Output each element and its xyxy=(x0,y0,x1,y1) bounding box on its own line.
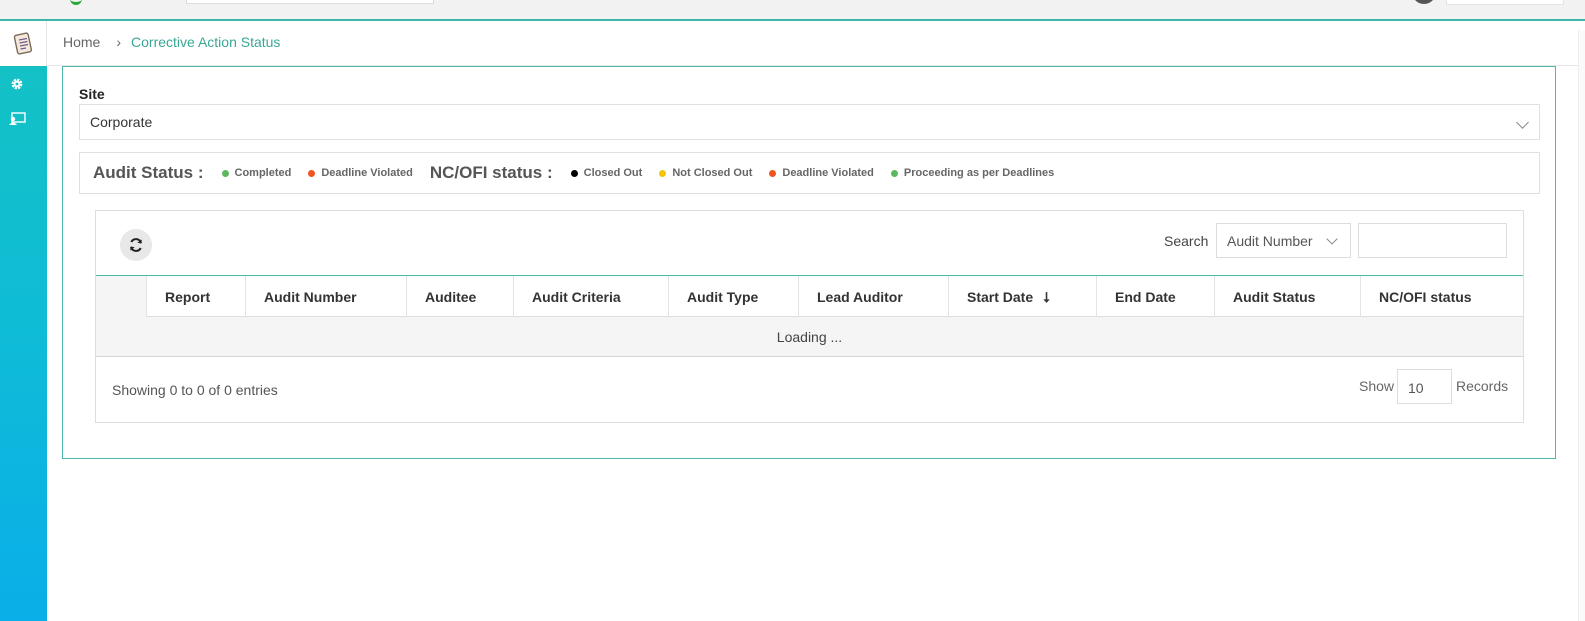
status-dot-icon xyxy=(221,169,229,177)
sidebar-item-users[interactable] xyxy=(0,107,34,131)
legend-item-label: Proceeding as per Deadlines xyxy=(903,167,1055,179)
breadcrumb-home-link[interactable]: Home xyxy=(63,34,100,50)
column-header-start-date-label: Start Date xyxy=(967,289,1034,305)
sort-descending-icon: ⭣ xyxy=(1043,289,1050,305)
site-select-value: Corporate xyxy=(90,114,153,130)
status-legend: Audit Status : Completed Deadline Violat… xyxy=(79,152,1540,194)
sidebar-item-settings[interactable] xyxy=(0,72,34,96)
legend-item-label: Deadline Violated xyxy=(321,167,413,179)
status-dot-icon xyxy=(890,169,898,177)
status-dot-icon xyxy=(570,169,578,177)
ncofi-status-legend-title: NC/OFI status : xyxy=(429,163,553,182)
app-logo[interactable] xyxy=(70,0,82,5)
search-input[interactable] xyxy=(1358,223,1507,258)
checklist-icon xyxy=(13,31,33,55)
chevron-right-icon: › xyxy=(116,34,122,50)
column-header-end-date[interactable]: End Date xyxy=(1097,276,1215,317)
legend-item: Deadline Violated xyxy=(308,167,413,179)
records-label: Records xyxy=(1456,378,1509,394)
column-header-lead-auditor[interactable]: Lead Auditor xyxy=(799,276,949,317)
page-title: Corrective Action Status xyxy=(131,34,281,50)
sidebar-logo[interactable] xyxy=(0,21,47,66)
top-bar xyxy=(0,0,1585,21)
legend-item-label: Closed Out xyxy=(583,167,643,179)
column-header-start-date[interactable]: Start Date ⭣ xyxy=(949,276,1097,317)
search-label: Search xyxy=(1164,233,1209,249)
site-select[interactable]: Corporate xyxy=(79,104,1540,140)
legend-item: Closed Out xyxy=(570,167,643,179)
table-header: Report Audit Number Auditee Audit Criter… xyxy=(96,275,1523,317)
scrollbar[interactable] xyxy=(1578,30,1585,621)
chevron-down-icon xyxy=(1326,233,1338,245)
sidebar xyxy=(0,21,47,621)
status-dot-icon xyxy=(659,169,667,177)
avatar[interactable] xyxy=(1412,0,1436,4)
gear-icon xyxy=(11,78,23,90)
legend-item-label: Not Closed Out xyxy=(672,167,753,179)
column-header-report[interactable]: Report xyxy=(147,276,246,317)
legend-item: Proceeding as per Deadlines xyxy=(890,167,1055,179)
column-header-ncofi-status[interactable]: NC/OFI status xyxy=(1361,276,1523,317)
search-field-select[interactable]: Audit Number xyxy=(1216,223,1351,258)
legend-item: Not Closed Out xyxy=(659,167,752,179)
global-search-input[interactable] xyxy=(186,0,434,4)
audit-table-card: Search Audit Number Report Audit Number … xyxy=(95,210,1524,423)
column-header-audit-number[interactable]: Audit Number xyxy=(246,276,407,317)
main-panel: Site Corporate Audit Status : Completed … xyxy=(62,66,1556,459)
loading-row: Loading ... xyxy=(96,317,1523,357)
status-dot-icon xyxy=(308,169,316,177)
legend-item-label: Deadline Violated xyxy=(782,167,874,179)
column-header-auditee[interactable]: Auditee xyxy=(407,276,514,317)
chevron-down-icon xyxy=(1516,116,1529,129)
column-header-audit-status[interactable]: Audit Status xyxy=(1215,276,1361,317)
legend-item: Deadline Violated xyxy=(769,167,874,179)
site-label: Site xyxy=(79,86,105,102)
table-info: Showing 0 to 0 of 0 entries xyxy=(112,382,278,398)
page-size-input[interactable]: 10 xyxy=(1397,369,1452,404)
user-card-icon xyxy=(9,112,26,125)
legend-item-label: Completed xyxy=(234,167,292,179)
legend-item: Completed xyxy=(221,167,292,179)
audit-status-legend-title: Audit Status : xyxy=(93,163,204,182)
column-header-audit-criteria[interactable]: Audit Criteria xyxy=(514,276,669,317)
status-dot-icon xyxy=(769,169,777,177)
column-header-audit-type[interactable]: Audit Type xyxy=(669,276,799,317)
user-name-field[interactable] xyxy=(1446,0,1564,5)
refresh-button[interactable] xyxy=(120,229,152,261)
column-header-select[interactable] xyxy=(96,276,147,317)
search-field-value: Audit Number xyxy=(1227,233,1313,249)
refresh-icon xyxy=(130,238,142,252)
breadcrumb: Home › Corrective Action Status xyxy=(63,34,280,50)
page-size-label: Show xyxy=(1359,378,1395,394)
